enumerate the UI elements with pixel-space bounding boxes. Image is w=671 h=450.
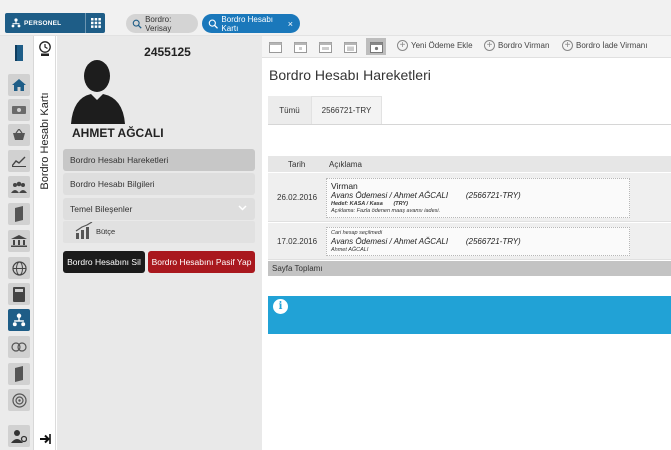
- avatar: [71, 60, 125, 124]
- calendar-week-icon[interactable]: [290, 38, 310, 55]
- plus-icon: +: [397, 40, 408, 51]
- row-note: Ahmet AĞCALI: [331, 247, 369, 253]
- vertical-title-text: Bordro Hesabı Kartı: [39, 92, 51, 190]
- target-icon[interactable]: [8, 389, 30, 411]
- toolbar: + Yeni Ödeme Ekle + Bordro Virman + Bord…: [262, 36, 671, 58]
- basket-icon[interactable]: [8, 124, 30, 146]
- search-user-icon: [208, 19, 218, 29]
- subtab-account[interactable]: 2566721-TRY: [311, 96, 382, 124]
- row-title: Cari hesap seçilmedi: [331, 230, 383, 236]
- tab-bordro-hesabi-karti[interactable]: Bordro Hesabı Kartı ×: [202, 14, 300, 33]
- table-header: Tarih Açıklama: [268, 156, 671, 172]
- column-header-aciklama: Açıklama: [329, 160, 362, 169]
- subtab-tumu[interactable]: Tümü: [268, 96, 311, 124]
- page-total-row: Sayfa Toplamı: [268, 261, 671, 276]
- book-icon[interactable]: [8, 203, 30, 225]
- home-icon[interactable]: [8, 74, 30, 96]
- plus-icon: +: [484, 40, 495, 51]
- close-icon[interactable]: ×: [288, 19, 293, 29]
- table-row[interactable]: 26.02.2016 Virman Avans Ödemesi / Ahmet …: [268, 173, 671, 222]
- org-chart-icon: [11, 18, 21, 28]
- row-line: Avans Ödemesi / Ahmet AĞCALI (2566721-TR…: [331, 237, 521, 246]
- row-date: 17.02.2016: [277, 237, 318, 246]
- menu-label: Temel Bileşenler: [70, 204, 133, 214]
- page-title: Bordro Hesabı Hareketleri: [269, 67, 431, 83]
- info-icon: i: [273, 299, 288, 314]
- money-icon[interactable]: [8, 99, 30, 121]
- calendar-year-icon[interactable]: [340, 38, 360, 55]
- org-chart-icon[interactable]: [8, 309, 30, 331]
- info-banner: i: [268, 296, 671, 334]
- tab-bordro-verisay[interactable]: Bordro: Verisay: [126, 14, 198, 33]
- subtab-divider: [268, 124, 671, 125]
- row-target: Hedef: KASA / Kasa (TRY): [331, 201, 409, 207]
- top-bar: PERSONEL Bordro: Verisay Bordro Hesabı K…: [0, 0, 671, 36]
- new-payment-button[interactable]: + Yeni Ödeme Ekle: [397, 40, 473, 51]
- row-date: 26.02.2016: [277, 193, 318, 202]
- table-row[interactable]: 17.02.2016 Cari hesap seçilmedi Avans Öd…: [268, 223, 671, 260]
- menu-label: Bordro Hesabı Hareketleri: [70, 155, 169, 165]
- calendar-all-icon[interactable]: [366, 38, 386, 55]
- row-description: Cari hesap seçilmedi Avans Ödemesi / Ahm…: [326, 227, 630, 256]
- user-settings-icon[interactable]: [8, 425, 30, 447]
- globe-icon[interactable]: [8, 257, 30, 279]
- tab-label: Bordro: Verisay: [145, 14, 172, 33]
- coins-icon[interactable]: [8, 336, 30, 358]
- calculator-icon[interactable]: [8, 283, 30, 305]
- calendar-month-icon[interactable]: [315, 38, 335, 55]
- action-label: Bordro İade Virmanı: [576, 41, 648, 50]
- people-icon[interactable]: [8, 176, 30, 198]
- book-icon[interactable]: [8, 363, 30, 385]
- history-clock-icon[interactable]: [38, 41, 52, 57]
- plus-icon: +: [562, 40, 573, 51]
- submenu-label: Bütçe: [96, 227, 116, 236]
- menu-bordro-hesabi-bilgileri[interactable]: Bordro Hesabı Bilgileri: [63, 173, 255, 195]
- chart-icon[interactable]: [8, 150, 30, 172]
- bank-icon[interactable]: [8, 230, 30, 252]
- menu-bordro-hesabi-hareketleri[interactable]: Bordro Hesabı Hareketleri: [63, 149, 255, 171]
- bordro-virman-button[interactable]: + Bordro Virman: [484, 40, 549, 51]
- action-label: Bordro Virman: [498, 41, 550, 50]
- action-label: Yeni Ödeme Ekle: [411, 41, 473, 50]
- vertical-title: Bordro Hesabı Kartı: [35, 66, 55, 216]
- employee-name: AHMET AĞCALI: [72, 126, 164, 140]
- module-label: PERSONEL: [24, 19, 62, 27]
- search-user-icon: [132, 19, 142, 29]
- tab-label: Bordro Hesabı Kartı: [221, 14, 273, 33]
- row-title: Virman: [331, 181, 358, 191]
- exit-arrow-icon[interactable]: [39, 433, 51, 448]
- row-description: Virman Avans Ödemesi / Ahmet AĞCALI (256…: [326, 178, 630, 218]
- column-header-tarih: Tarih: [288, 160, 306, 169]
- submenu-butce[interactable]: Bütçe: [63, 221, 255, 243]
- menu-temel-bilesenler[interactable]: Temel Bileşenler: [63, 198, 255, 220]
- apps-grid-icon[interactable]: [85, 13, 105, 33]
- row-note: Açıklama: Fazla ödenen maaş avansı iades…: [331, 208, 441, 214]
- book-icon[interactable]: [8, 42, 30, 64]
- make-passive-button[interactable]: Bordro Hesabını Pasif Yap: [148, 251, 255, 273]
- delete-account-button[interactable]: Bordro Hesabını Sil: [63, 251, 145, 273]
- module-rail: [0, 36, 33, 450]
- growth-chart-icon: [75, 222, 93, 239]
- row-line: Avans Ödemesi / Ahmet AĞCALI (2566721-TR…: [331, 191, 521, 200]
- chevron-down-icon: [238, 205, 247, 211]
- calendar-day-icon[interactable]: [265, 38, 285, 55]
- profile-panel: 2455125 AHMET AĞCALI Bordro Hesabı Harek…: [57, 36, 262, 450]
- bordro-iade-virmani-button[interactable]: + Bordro İade Virmanı: [562, 40, 647, 51]
- menu-label: Bordro Hesabı Bilgileri: [70, 179, 155, 189]
- vertical-title-strip: Bordro Hesabı Kartı: [34, 36, 56, 450]
- module-selector[interactable]: PERSONEL: [5, 13, 105, 33]
